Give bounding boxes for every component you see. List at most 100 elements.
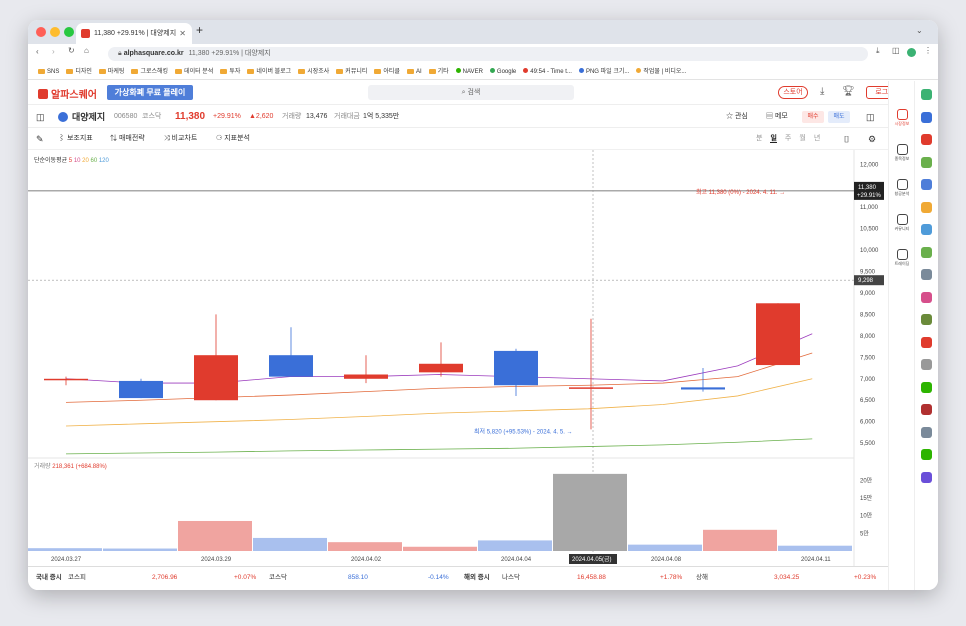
analysis-button[interactable]: ⚆ 지표분석 (216, 128, 250, 150)
chart-area[interactable]: 12,00011,50011,00010,50010,0009,5009,000… (28, 150, 888, 566)
candle-body[interactable] (756, 303, 800, 366)
promo-banner[interactable]: 가상화폐 무료 플레이 (107, 85, 193, 100)
sidepanel-icon[interactable]: ◫ (892, 46, 900, 55)
period-tab[interactable]: 주 (785, 135, 791, 142)
candle-body[interactable] (681, 387, 725, 390)
candle-body[interactable] (119, 380, 163, 399)
bookmark-item[interactable]: AI (406, 64, 422, 80)
extension-icon[interactable] (921, 426, 932, 438)
extension-icon[interactable] (921, 111, 932, 123)
candle-body[interactable] (194, 355, 238, 401)
tab-list-icon[interactable]: ⌄ (916, 26, 923, 35)
bookmark-item[interactable]: 마케팅 (98, 64, 124, 80)
close-window-button[interactable] (36, 27, 46, 37)
extension-icon[interactable] (921, 336, 932, 348)
sidebar-item[interactable]: 시장정보 (891, 109, 913, 127)
extension-icon[interactable] (921, 179, 932, 190)
bookmark-item[interactable]: 아티클 (374, 64, 400, 80)
extension-icon[interactable] (921, 314, 932, 325)
pencil-icon[interactable]: ✎ (36, 128, 44, 150)
bookmark-item[interactable]: 그로스해킹 (131, 64, 168, 80)
download-app-icon[interactable]: ⤓ (820, 86, 824, 97)
candle-body[interactable] (44, 378, 88, 381)
volume-bar[interactable] (103, 548, 177, 551)
bookmark-item[interactable]: 작업물 | 비디오... (636, 64, 686, 80)
bookmark-item[interactable]: SNS (38, 64, 59, 80)
profile-avatar[interactable] (907, 48, 916, 57)
camera-icon[interactable]: ⌷ (844, 128, 849, 150)
bookmark-item[interactable]: 디자인 (66, 64, 92, 80)
bookmark-item[interactable]: 커뮤니티 (336, 64, 367, 80)
extension-icon[interactable] (921, 246, 932, 258)
extension-icon[interactable] (921, 381, 932, 393)
url-input[interactable]: 🔒︎ alphasquare.co.kr 11,380 +29.91% | 대양… (108, 47, 868, 61)
volume-bar[interactable] (328, 542, 402, 551)
sidebar-item[interactable]: 트레이딩 (891, 249, 913, 267)
compare-button[interactable]: ⤨ 비교차트 (164, 128, 197, 150)
candle-body[interactable] (344, 374, 388, 379)
sell-button[interactable]: 매도 (828, 111, 850, 123)
extension-icon[interactable] (921, 89, 932, 100)
volume-bar[interactable] (628, 544, 702, 551)
volume-bar[interactable] (478, 540, 552, 551)
bookmark-item[interactable]: 투자 (220, 64, 240, 80)
candle-body[interactable] (494, 350, 538, 386)
period-tab[interactable]: 월 (799, 135, 805, 142)
layout-toggle-icon[interactable]: ◫ (866, 106, 875, 128)
close-tab-icon[interactable]: ✕ (179, 23, 186, 44)
extension-icon[interactable] (921, 224, 932, 235)
extension-icon[interactable] (921, 404, 932, 415)
chart-svg[interactable]: 12,00011,50011,00010,50010,0009,5009,000… (28, 150, 888, 566)
browser-menu-icon[interactable]: ⋮ (924, 46, 932, 55)
candle-body[interactable] (269, 355, 313, 377)
settings-icon[interactable]: ⚙ (868, 128, 876, 150)
panel-toggle-icon[interactable]: ◫ (36, 106, 45, 128)
volume-bar[interactable] (703, 529, 777, 551)
candle-body[interactable] (419, 363, 463, 373)
volume-bar[interactable] (553, 473, 627, 551)
bookmark-item[interactable]: NAVER (455, 64, 483, 80)
sidebar-item[interactable]: 종목정보 (891, 144, 913, 162)
period-tab[interactable]: 년 (814, 135, 820, 142)
buy-button[interactable]: 매수 (802, 111, 824, 123)
period-tab[interactable]: 일 (770, 135, 777, 143)
bookmark-item[interactable]: PNG 파일 크기... (578, 64, 629, 80)
sidebar-item[interactable]: 창공분석 (891, 179, 913, 197)
browser-tab[interactable]: 11,380 +29.91% | 대양제지 ✕ (76, 23, 192, 44)
bookmark-item[interactable]: 시장조사 (298, 64, 329, 80)
reload-icon[interactable]: ↻ (68, 46, 75, 55)
extension-icon[interactable] (921, 471, 932, 483)
bookmark-item[interactable]: Google (489, 64, 516, 80)
extension-icon[interactable] (921, 359, 932, 370)
alphasquare-logo[interactable]: 알파스퀘어 (38, 86, 97, 101)
search-input[interactable]: ⌕ 검색 (368, 85, 574, 100)
extension-icon[interactable] (921, 291, 932, 303)
volume-bar[interactable] (28, 548, 102, 551)
extension-icon[interactable] (921, 156, 932, 168)
bookmark-item[interactable]: 데이터 분석 (175, 64, 213, 80)
trophy-icon[interactable]: 🏆︎ (842, 86, 855, 97)
new-tab-button[interactable]: + (196, 23, 203, 37)
back-icon[interactable]: ‹ (36, 47, 39, 56)
volume-bar[interactable] (178, 520, 252, 551)
store-button[interactable]: 스토어 (778, 86, 808, 99)
bookmark-item[interactable]: 네이버 블로그 (247, 64, 291, 80)
strategy-button[interactable]: ⇅ 매매전략 (110, 128, 145, 150)
extension-icon[interactable] (921, 134, 932, 145)
volume-bar[interactable] (403, 546, 477, 551)
period-tab[interactable]: 분 (756, 135, 762, 142)
aux-indicator-button[interactable]: ⌇ 보조지표 (58, 128, 93, 150)
extension-icon[interactable] (921, 269, 932, 280)
download-icon[interactable]: ⤓ (876, 46, 880, 56)
candle-body[interactable] (569, 387, 613, 389)
watch-button[interactable]: ☆ 관심 (726, 106, 748, 128)
minimize-window-button[interactable] (50, 27, 60, 37)
volume-bar[interactable] (253, 537, 327, 551)
memo-button[interactable]: ▤ 메모 (766, 106, 788, 128)
volume-bar[interactable] (778, 545, 852, 551)
extension-icon[interactable] (921, 449, 932, 460)
bookmark-item[interactable]: 49:54 - Time t... (523, 64, 572, 80)
sidebar-item[interactable]: 커뮤니티 (891, 214, 913, 232)
maximize-window-button[interactable] (64, 27, 74, 37)
bookmark-item[interactable]: 기타 (428, 64, 449, 80)
